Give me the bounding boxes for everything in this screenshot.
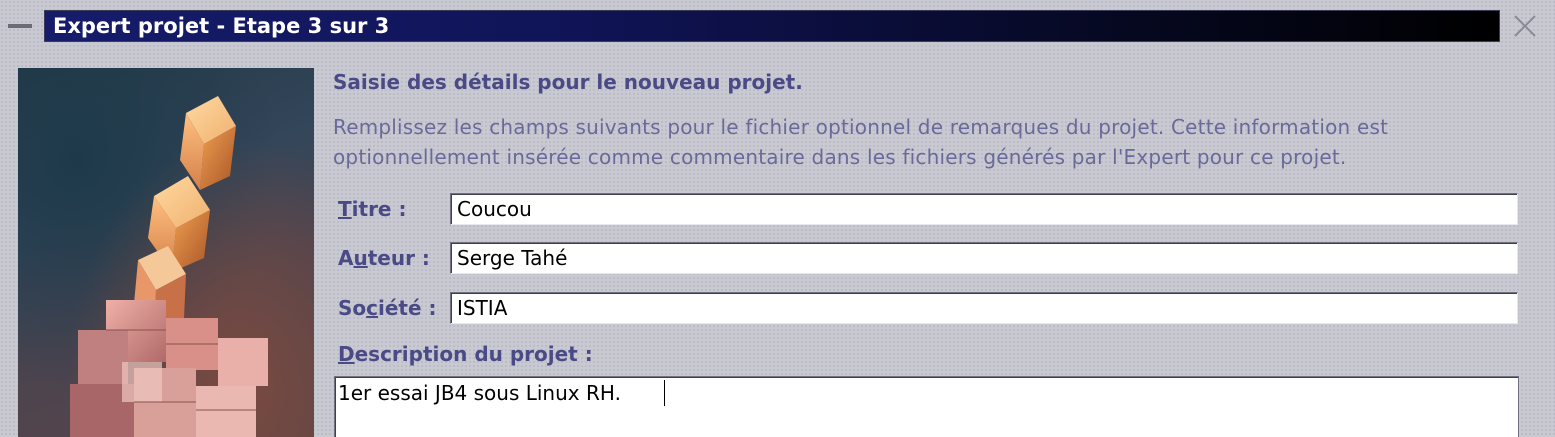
auteur-label-mnemonic: u [353, 246, 368, 270]
title-bar[interactable]: Expert projet - Etape 3 sur 3 [44, 10, 1500, 42]
description-line-1: Remplissez les champs suivants pour le f… [333, 115, 1389, 139]
wizard-side-image [18, 68, 314, 437]
societe-label-pre: So [338, 296, 367, 320]
description-textarea[interactable]: 1er essai JB4 sous Linux RH. [334, 376, 1519, 437]
titre-label-rest: itre : [351, 197, 407, 221]
project-wizard-window: Expert projet - Etape 3 sur 3 Saisie des… [0, 0, 1555, 437]
societe-label-mnemonic: c [366, 296, 379, 320]
auteur-input[interactable] [450, 242, 1518, 274]
wizard-heading: Saisie des détails pour le nouveau proje… [333, 70, 803, 94]
close-button[interactable] [1508, 10, 1542, 42]
window-title: Expert projet - Etape 3 sur 3 [53, 14, 390, 38]
societe-label-rest: iété : [378, 296, 437, 320]
window-menu-button[interactable] [2, 10, 38, 42]
minimize-bar-icon [8, 24, 32, 28]
societe-input[interactable] [450, 292, 1518, 324]
text-caret [664, 380, 665, 406]
auteur-label-rest: teur : [367, 246, 430, 270]
wizard-description: Remplissez les champs suivants pour le f… [333, 112, 1523, 172]
auteur-label: Auteur : [338, 246, 430, 270]
description-label-rest: escription du projet : [354, 342, 593, 366]
titre-label: Titre : [338, 197, 406, 221]
description-label: Description du projet : [338, 342, 593, 366]
titre-input[interactable] [450, 193, 1518, 225]
societe-label: Société : [338, 296, 437, 320]
stacked-cubes-image [70, 96, 268, 437]
auteur-label-pre: A [338, 246, 354, 270]
titre-label-mnemonic: T [338, 197, 352, 221]
description-label-mnemonic: D [338, 342, 355, 366]
close-icon [1514, 15, 1536, 37]
description-line-2: optionnellement insérée comme commentair… [333, 145, 1347, 169]
